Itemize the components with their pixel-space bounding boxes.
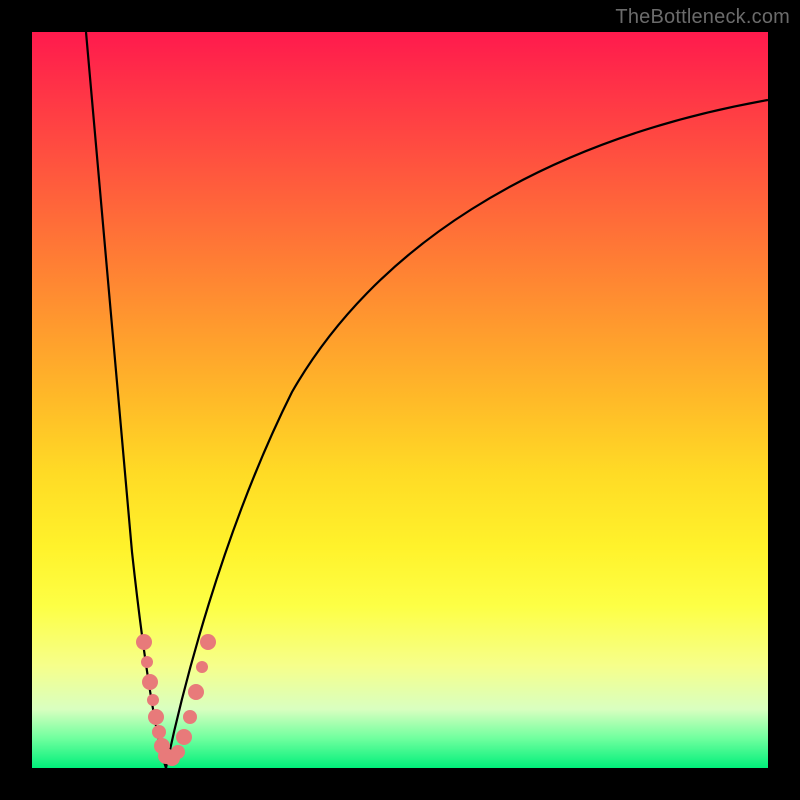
bead-marker — [147, 694, 159, 706]
bead-cluster — [136, 634, 216, 766]
bead-marker — [200, 634, 216, 650]
bead-marker — [142, 674, 158, 690]
chart-frame: TheBottleneck.com — [0, 0, 800, 800]
bead-marker — [136, 634, 152, 650]
curve-left-branch — [86, 32, 166, 768]
bead-marker — [152, 725, 166, 739]
bead-marker — [141, 656, 153, 668]
bottleneck-curve — [32, 32, 768, 768]
bead-marker — [183, 710, 197, 724]
bead-marker — [188, 684, 204, 700]
watermark-text: TheBottleneck.com — [615, 6, 790, 29]
bead-marker — [176, 729, 192, 745]
bead-marker — [196, 661, 208, 673]
plot-area — [32, 32, 768, 768]
bead-marker — [148, 709, 164, 725]
curve-right-branch — [166, 100, 768, 768]
bead-marker — [171, 745, 185, 759]
